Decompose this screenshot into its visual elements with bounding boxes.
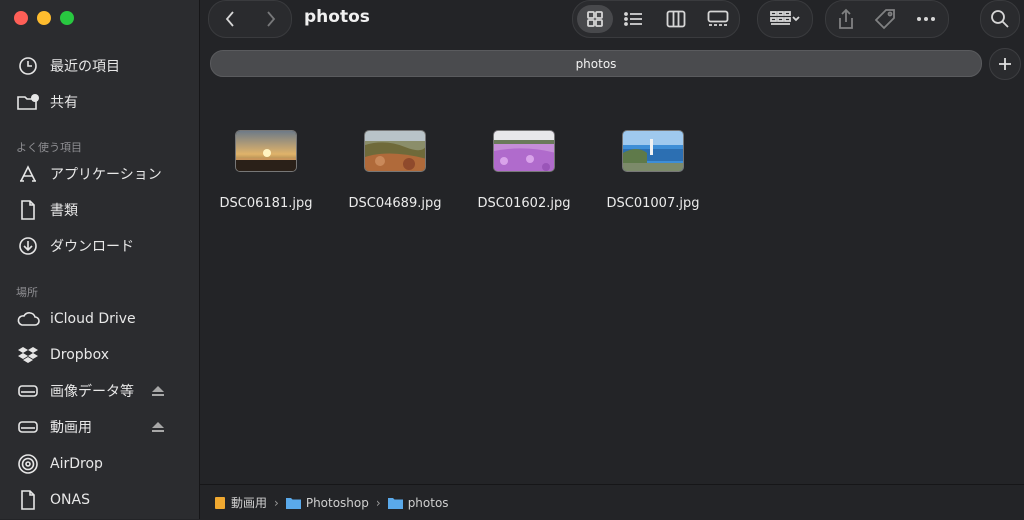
search-icon: [981, 1, 1019, 37]
sidebar-item-label: 画像データ等: [50, 384, 134, 400]
photo-thumbnail: [493, 130, 555, 172]
sidebar-item-applications[interactable]: アプリケーション: [16, 161, 162, 187]
drive-folder-icon: [215, 496, 225, 509]
toolbar: photos: [200, 0, 1024, 38]
plus-icon: [999, 58, 1011, 70]
eject-icon[interactable]: [152, 385, 164, 401]
tag-button[interactable]: [866, 1, 906, 37]
folder-icon: [387, 497, 403, 509]
sidebar-item-label: Dropbox: [50, 347, 109, 363]
search-button[interactable]: [980, 0, 1020, 38]
view-mode-group: [572, 0, 740, 38]
sidebar-item-icloud-drive[interactable]: iCloud Drive: [16, 306, 136, 332]
sidebar-item-label: 書類: [50, 203, 78, 219]
sidebar-item-shared[interactable]: 共有: [16, 89, 78, 115]
folder-icon: [285, 497, 301, 509]
forward-button[interactable]: [250, 1, 291, 37]
sidebar-item-downloads[interactable]: ダウンロード: [16, 233, 134, 259]
shared-folder-icon: [16, 91, 40, 113]
sidebar-item-label: iCloud Drive: [50, 311, 136, 327]
window-title: photos: [304, 7, 370, 27]
sidebar-item-dropbox[interactable]: Dropbox: [16, 342, 109, 368]
navigation-buttons: [208, 0, 292, 38]
more-options-button[interactable]: [906, 1, 946, 37]
applications-icon: [16, 163, 40, 185]
sidebar-item-video-drive[interactable]: 動画用: [16, 414, 186, 440]
file-name: DSC06181.jpg: [219, 196, 313, 211]
file-name: DSC01602.jpg: [477, 196, 571, 211]
sidebar-item-label: 最近の項目: [50, 59, 120, 75]
close-window-button[interactable]: [14, 11, 28, 25]
photo-thumbnail: [235, 130, 297, 172]
breadcrumb-item[interactable]: Photoshop: [285, 495, 369, 510]
group-icon: [758, 1, 812, 37]
sidebar-item-image-data-drive[interactable]: 画像データ等: [16, 378, 186, 404]
favorites-section-label: よく使う項目: [16, 141, 82, 154]
icon-view-button[interactable]: [577, 5, 613, 33]
sidebar-item-label: ダウンロード: [50, 239, 134, 255]
path-breadcrumb: 動画用 › Photoshop › photos: [200, 484, 1024, 520]
locations-section-label: 場所: [16, 286, 38, 299]
cloud-icon: [16, 308, 40, 330]
sidebar-item-label: AirDrop: [50, 456, 103, 472]
drive-icon: [16, 380, 40, 402]
breadcrumb-separator: ›: [375, 495, 381, 510]
breadcrumb-item[interactable]: 動画用: [214, 494, 267, 511]
document-icon: [16, 199, 40, 221]
sidebar-item-documents[interactable]: 書類: [16, 197, 78, 223]
download-icon: [16, 235, 40, 257]
tab-bar-current[interactable]: photos: [210, 50, 982, 77]
sidebar-item-recents[interactable]: 最近の項目: [16, 53, 120, 79]
file-item[interactable]: DSC04689.jpg: [335, 130, 455, 211]
window-controls: [14, 11, 74, 25]
breadcrumb-separator: ›: [274, 495, 279, 510]
clock-icon: [16, 55, 40, 77]
group-by-button[interactable]: [757, 0, 813, 38]
sidebar-item-label: アプリケーション: [50, 167, 162, 183]
eject-icon[interactable]: [152, 421, 164, 437]
file-item[interactable]: DSC06181.jpg: [206, 130, 326, 211]
airdrop-icon: [16, 453, 40, 475]
minimize-window-button[interactable]: [37, 11, 51, 25]
sidebar-item-onas[interactable]: ONAS: [16, 487, 90, 513]
file-name: DSC01007.jpg: [606, 196, 700, 211]
sidebar: 最近の項目 共有 よく使う項目 アプリケーション 書類 ダウンロード 場所 iC…: [0, 0, 200, 519]
action-buttons: [825, 0, 949, 38]
new-tab-button[interactable]: [989, 48, 1021, 80]
sidebar-item-label: ONAS: [50, 492, 90, 508]
file-item[interactable]: DSC01007.jpg: [593, 130, 713, 211]
document-icon: [16, 489, 40, 511]
share-button[interactable]: [826, 1, 866, 37]
back-button[interactable]: [209, 1, 250, 37]
list-view-button[interactable]: [613, 1, 655, 37]
gallery-view-button[interactable]: [697, 1, 739, 37]
breadcrumb-label: Photoshop: [305, 495, 369, 510]
drive-icon: [16, 416, 40, 438]
breadcrumb-item[interactable]: photos: [387, 495, 449, 510]
column-view-button[interactable]: [655, 1, 697, 37]
sidebar-item-label: 動画用: [50, 420, 92, 436]
dropbox-icon: [16, 344, 40, 366]
breadcrumb-label: photos: [407, 495, 449, 510]
photo-thumbnail: [622, 130, 684, 172]
sidebar-item-airdrop[interactable]: AirDrop: [16, 451, 103, 477]
photo-thumbnail: [364, 130, 426, 172]
file-item[interactable]: DSC01602.jpg: [464, 130, 584, 211]
file-name: DSC04689.jpg: [348, 196, 442, 211]
sidebar-item-label: 共有: [50, 95, 78, 111]
zoom-window-button[interactable]: [60, 11, 74, 25]
breadcrumb-label: 動画用: [231, 496, 268, 510]
